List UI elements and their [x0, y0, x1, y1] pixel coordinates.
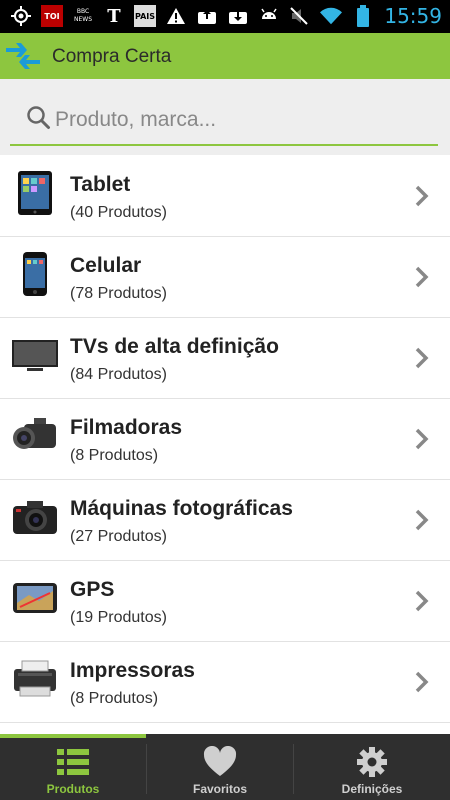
item-count: (78 Produtos) [70, 285, 167, 302]
heart-icon [202, 745, 238, 778]
warning-icon [165, 5, 187, 27]
list-item[interactable]: GPS (19 Produtos) [0, 561, 450, 642]
tv-icon [10, 330, 60, 380]
chevron-right-icon [414, 346, 430, 370]
item-title: TVs de alta definição [70, 335, 279, 358]
upload-icon [196, 5, 218, 27]
toi-news-icon: TOI [41, 5, 63, 27]
item-count: (8 Produtos) [70, 690, 159, 707]
tab-favoritos[interactable]: Favoritos [147, 734, 293, 800]
list-icon [55, 746, 91, 778]
search-icon [26, 105, 52, 131]
notification-icons: TOI BBC NEWS T PAIS [10, 5, 280, 27]
bottom-navigation: Produtos Favoritos Definições [0, 734, 450, 800]
item-title: Filmadoras [70, 416, 183, 439]
gps-device-icon [10, 573, 60, 623]
app-title: Compra Certa [52, 46, 172, 67]
list-item[interactable]: Tablet (40 Produtos) [0, 156, 450, 237]
download-icon [227, 5, 249, 27]
item-title: Tablet [70, 173, 131, 196]
list-item[interactable]: Filmadoras (8 Produtos) [0, 399, 450, 480]
tab-produtos[interactable]: Produtos [0, 734, 146, 800]
nyt-icon: T [103, 5, 125, 27]
tab-label: Produtos [46, 782, 100, 796]
list-item[interactable]: Celular (78 Produtos) [0, 237, 450, 318]
list-item[interactable]: Impressoras (8 Produtos) [0, 642, 450, 723]
item-title: Celular [70, 254, 142, 277]
bbc-text: BBC NEWS [73, 8, 93, 23]
tab-label: Definições [341, 782, 403, 796]
mute-icon [288, 5, 310, 27]
item-count: (19 Produtos) [70, 609, 167, 626]
tablet-icon [10, 168, 60, 218]
chevron-right-icon [414, 265, 430, 289]
app-logo-icon[interactable] [4, 38, 42, 74]
printer-icon [10, 654, 60, 704]
search-input[interactable] [55, 100, 425, 140]
item-count: (40 Produtos) [70, 204, 167, 221]
category-list: Tablet (40 Produtos) Celular (78 Produto… [0, 156, 450, 723]
search-section [0, 79, 450, 155]
bbc-news-icon: BBC NEWS [72, 5, 94, 27]
chevron-right-icon [414, 184, 430, 208]
tab-definicoes[interactable]: Definições [294, 734, 450, 800]
system-icons: 15:59 [288, 4, 442, 28]
action-bar: Compra Certa [0, 33, 450, 79]
item-count: (84 Produtos) [70, 366, 167, 383]
tab-label: Favoritos [192, 782, 247, 796]
phone-icon [10, 249, 60, 299]
nyt-text: T [107, 5, 121, 27]
search-box[interactable] [10, 100, 438, 146]
list-item[interactable]: Máquinas fotográficas (27 Produtos) [0, 480, 450, 561]
chevron-right-icon [414, 670, 430, 694]
gps-icon [10, 5, 32, 27]
camera-icon [10, 492, 60, 542]
wifi-icon [320, 5, 343, 27]
list-item[interactable]: TVs de alta definição (84 Produtos) [0, 318, 450, 399]
clock: 15:59 [384, 4, 442, 28]
item-title: Máquinas fotográficas [70, 497, 293, 520]
pais-text: PAIS [134, 11, 156, 21]
item-title: Impressoras [70, 659, 195, 682]
android-icon [258, 5, 280, 27]
item-count: (27 Produtos) [70, 528, 167, 545]
camcorder-icon [10, 411, 60, 461]
chevron-right-icon [414, 589, 430, 613]
toi-text: TOI [44, 11, 60, 21]
pais-icon: PAIS [134, 5, 156, 27]
item-title: GPS [70, 578, 115, 601]
status-bar: TOI BBC NEWS T PAIS 15:59 [0, 0, 450, 33]
gear-icon [354, 746, 390, 778]
item-count: (8 Produtos) [70, 447, 159, 464]
chevron-right-icon [414, 427, 430, 451]
chevron-right-icon [414, 508, 430, 532]
battery-icon [352, 5, 374, 27]
